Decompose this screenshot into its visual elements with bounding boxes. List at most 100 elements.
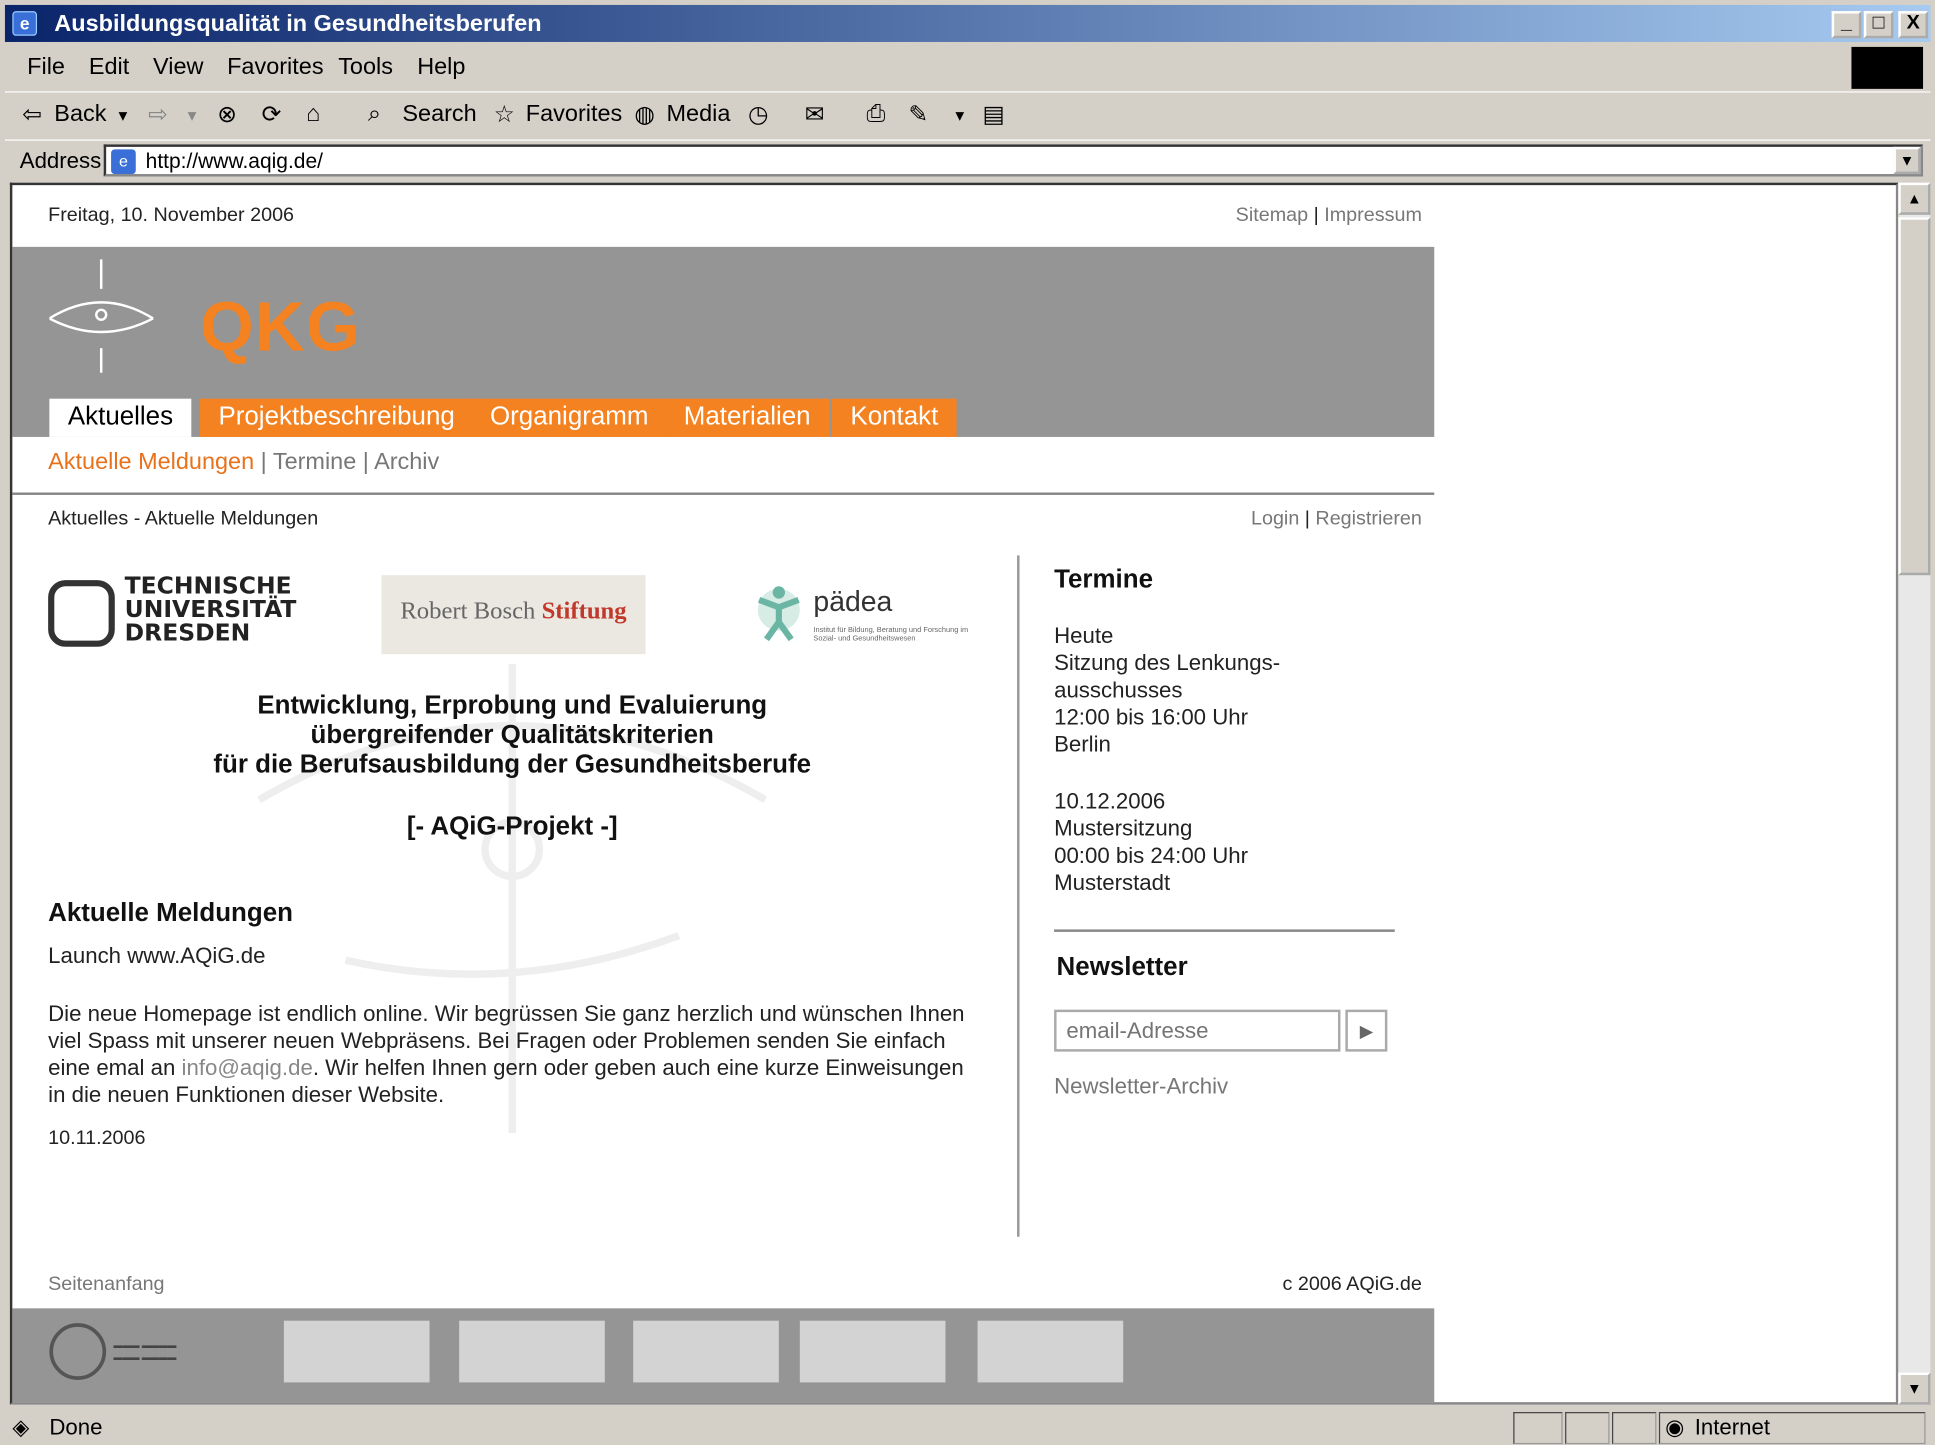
print-icon[interactable]: ⎙ — [866, 101, 885, 128]
vertical-scrollbar[interactable]: ▲ ▼ — [1898, 182, 1931, 1405]
site-header: QKG Aktuelles Projektbeschreibung Organi… — [12, 246, 1435, 437]
tu-dresden-logo[interactable]: TECHNISCHE UNIVERSITÄT DRESDEN — [48, 572, 297, 652]
email-link[interactable]: info@aqig.de — [182, 1055, 313, 1080]
address-bar: Address e http://www.aqig.de/ ▼ — [4, 139, 1931, 178]
close-button[interactable]: X — [1898, 11, 1928, 39]
paedea-logo[interactable]: pädea Institut für Bildung, Beratung und… — [754, 585, 1001, 659]
menu-view[interactable]: View — [153, 54, 203, 81]
event-date: Heute — [1054, 623, 1114, 649]
tab-organigramm[interactable]: Organigramm — [471, 398, 667, 437]
newsletter-archive-link[interactable]: Newsletter-Archiv — [1054, 1074, 1228, 1100]
windows-logo-icon — [1851, 46, 1924, 89]
news-body: Die neue Homepage ist endlich online. Wi… — [48, 1000, 986, 1109]
column-divider — [1017, 555, 1020, 1237]
scrollbar-thumb[interactable] — [1898, 217, 1931, 576]
stop-icon[interactable]: ⊗ — [217, 101, 237, 129]
event-item: Heute Sitzung des Lenkungs- ausschusses … — [1054, 622, 1400, 758]
ie-icon: e — [12, 11, 38, 36]
news-heading: Aktuelle Meldungen — [48, 898, 293, 927]
copyright: c 2006 AQiG.de — [1282, 1273, 1422, 1295]
rbs-stiftung: Stiftung — [541, 597, 627, 625]
event-item: 10.12.2006 Mustersitzung 00:00 bis 24:00… — [1054, 787, 1400, 896]
tu-dresden-line-1: TECHNISCHE — [124, 572, 292, 600]
status-bar: ◈ Done ◉ Internet — [5, 1410, 1931, 1445]
back-to-top-link[interactable]: Seitenanfang — [48, 1274, 164, 1296]
event-location: Berlin — [1054, 731, 1111, 757]
register-link[interactable]: Registrieren — [1315, 509, 1421, 530]
subnav-archiv[interactable]: Archiv — [374, 449, 439, 475]
robert-bosch-stiftung-logo[interactable]: Robert Bosch Stiftung — [381, 575, 646, 655]
status-cell — [1513, 1412, 1563, 1445]
logo-text: QKG — [199, 287, 362, 366]
event-location: Musterstadt — [1054, 870, 1171, 895]
divider — [12, 492, 1435, 495]
event-time: 00:00 bis 24:00 Uhr — [1054, 843, 1249, 868]
menu-tools[interactable]: Tools — [338, 54, 393, 81]
status-cell — [1565, 1412, 1610, 1445]
search-icon: ⌕ — [367, 101, 381, 128]
history-icon[interactable]: ◷ — [748, 101, 768, 129]
back-button[interactable]: Back — [54, 101, 106, 128]
footer-banner[interactable] — [283, 1320, 430, 1383]
address-input[interactable]: e http://www.aqig.de/ ▼ — [103, 144, 1924, 177]
footer-logo[interactable]: ▬▬▬ ▬▬▬▬ ▬▬▬ ▬▬▬▬ — [49, 1323, 234, 1382]
login-link[interactable]: Login — [1251, 509, 1299, 530]
window-title: Ausbildungsqualität in Gesundheitsberufe… — [54, 11, 542, 38]
edit-dropdown-icon[interactable]: ▾ — [955, 105, 964, 126]
menu-bar: File Edit View Favorites Tools Help — [5, 44, 1931, 89]
event-time: 12:00 bis 16:00 Uhr — [1054, 704, 1249, 730]
tab-projektbeschreibung[interactable]: Projektbeschreibung — [199, 398, 474, 437]
title-bar: e Ausbildungsqualität in Gesundheitsberu… — [4, 4, 1931, 42]
back-dropdown-icon[interactable]: ▾ — [118, 105, 127, 126]
maximize-button[interactable]: □ — [1863, 11, 1894, 39]
back-arrow-icon: ⇦ — [22, 102, 42, 129]
search-button[interactable]: Search — [402, 101, 476, 128]
current-date: Freitag, 10. November 2006 — [48, 204, 295, 226]
scroll-up-icon[interactable]: ▲ — [1898, 182, 1931, 215]
subnav-termine[interactable]: Termine — [273, 449, 356, 475]
footer-banner[interactable] — [977, 1320, 1124, 1383]
event-title: Mustersitzung — [1054, 815, 1193, 841]
newsletter-submit-button[interactable]: ▶ — [1345, 1009, 1388, 1052]
address-dropdown-icon[interactable]: ▼ — [1893, 146, 1921, 175]
favorites-button[interactable]: Favorites — [526, 101, 622, 128]
footer-logo-text-icon: ▬▬▬ ▬▬▬▬ ▬▬▬ ▬▬▬▬ — [113, 1341, 177, 1363]
menu-file[interactable]: File — [27, 54, 65, 81]
footer-banner[interactable] — [459, 1320, 605, 1383]
tu-dresden-line-2: UNIVERSITÄT — [124, 596, 297, 624]
site-logo[interactable]: QKG — [48, 259, 360, 377]
menu-help[interactable]: Help — [417, 54, 465, 81]
footer-emblem-icon — [49, 1323, 107, 1380]
discuss-icon[interactable]: ▤ — [983, 101, 1005, 129]
paedea-figure-icon — [757, 586, 800, 642]
refresh-icon[interactable]: ⟳ — [262, 101, 282, 129]
project-headline: Entwicklung, Erprobung und Evaluierung ü… — [136, 691, 889, 780]
menu-favorites[interactable]: Favorites — [227, 54, 323, 81]
subnav-aktuelle-meldungen[interactable]: Aktuelle Meldungen — [48, 449, 254, 475]
impressum-link[interactable]: Impressum — [1324, 205, 1422, 226]
partner-logos: TECHNISCHE UNIVERSITÄT DRESDEN Robert Bo… — [48, 573, 998, 659]
menu-edit[interactable]: Edit — [89, 54, 129, 81]
page-icon: e — [111, 149, 136, 175]
forward-dropdown-icon[interactable]: ▾ — [188, 105, 197, 126]
home-icon[interactable]: ⌂ — [306, 101, 320, 128]
scroll-down-icon[interactable]: ▼ — [1898, 1372, 1931, 1405]
tab-aktuelles[interactable]: Aktuelles — [49, 398, 192, 437]
tab-kontakt[interactable]: Kontakt — [831, 398, 957, 437]
zone-cell: ◉ Internet — [1658, 1412, 1926, 1445]
media-icon: ◍ — [634, 102, 655, 129]
forward-button[interactable]: ⇨ — [148, 101, 168, 129]
paedea-name: pädea — [813, 585, 893, 618]
edit-icon[interactable]: ✎ — [908, 101, 928, 129]
minimize-button[interactable]: _ — [1831, 11, 1862, 39]
media-button[interactable]: Media — [667, 101, 731, 128]
tu-dresden-emblem-icon — [48, 580, 115, 647]
tab-materialien[interactable]: Materialien — [665, 398, 830, 437]
footer-banner[interactable] — [799, 1320, 946, 1383]
sitemap-link[interactable]: Sitemap — [1236, 205, 1308, 226]
address-url[interactable]: http://www.aqig.de/ — [146, 149, 323, 172]
newsletter-email-input[interactable] — [1054, 1009, 1341, 1052]
footer-banner[interactable] — [633, 1320, 779, 1383]
mail-icon[interactable]: ✉ — [805, 101, 825, 129]
paedea-subtitle: Institut für Bildung, Beratung und Forsc… — [813, 627, 969, 644]
